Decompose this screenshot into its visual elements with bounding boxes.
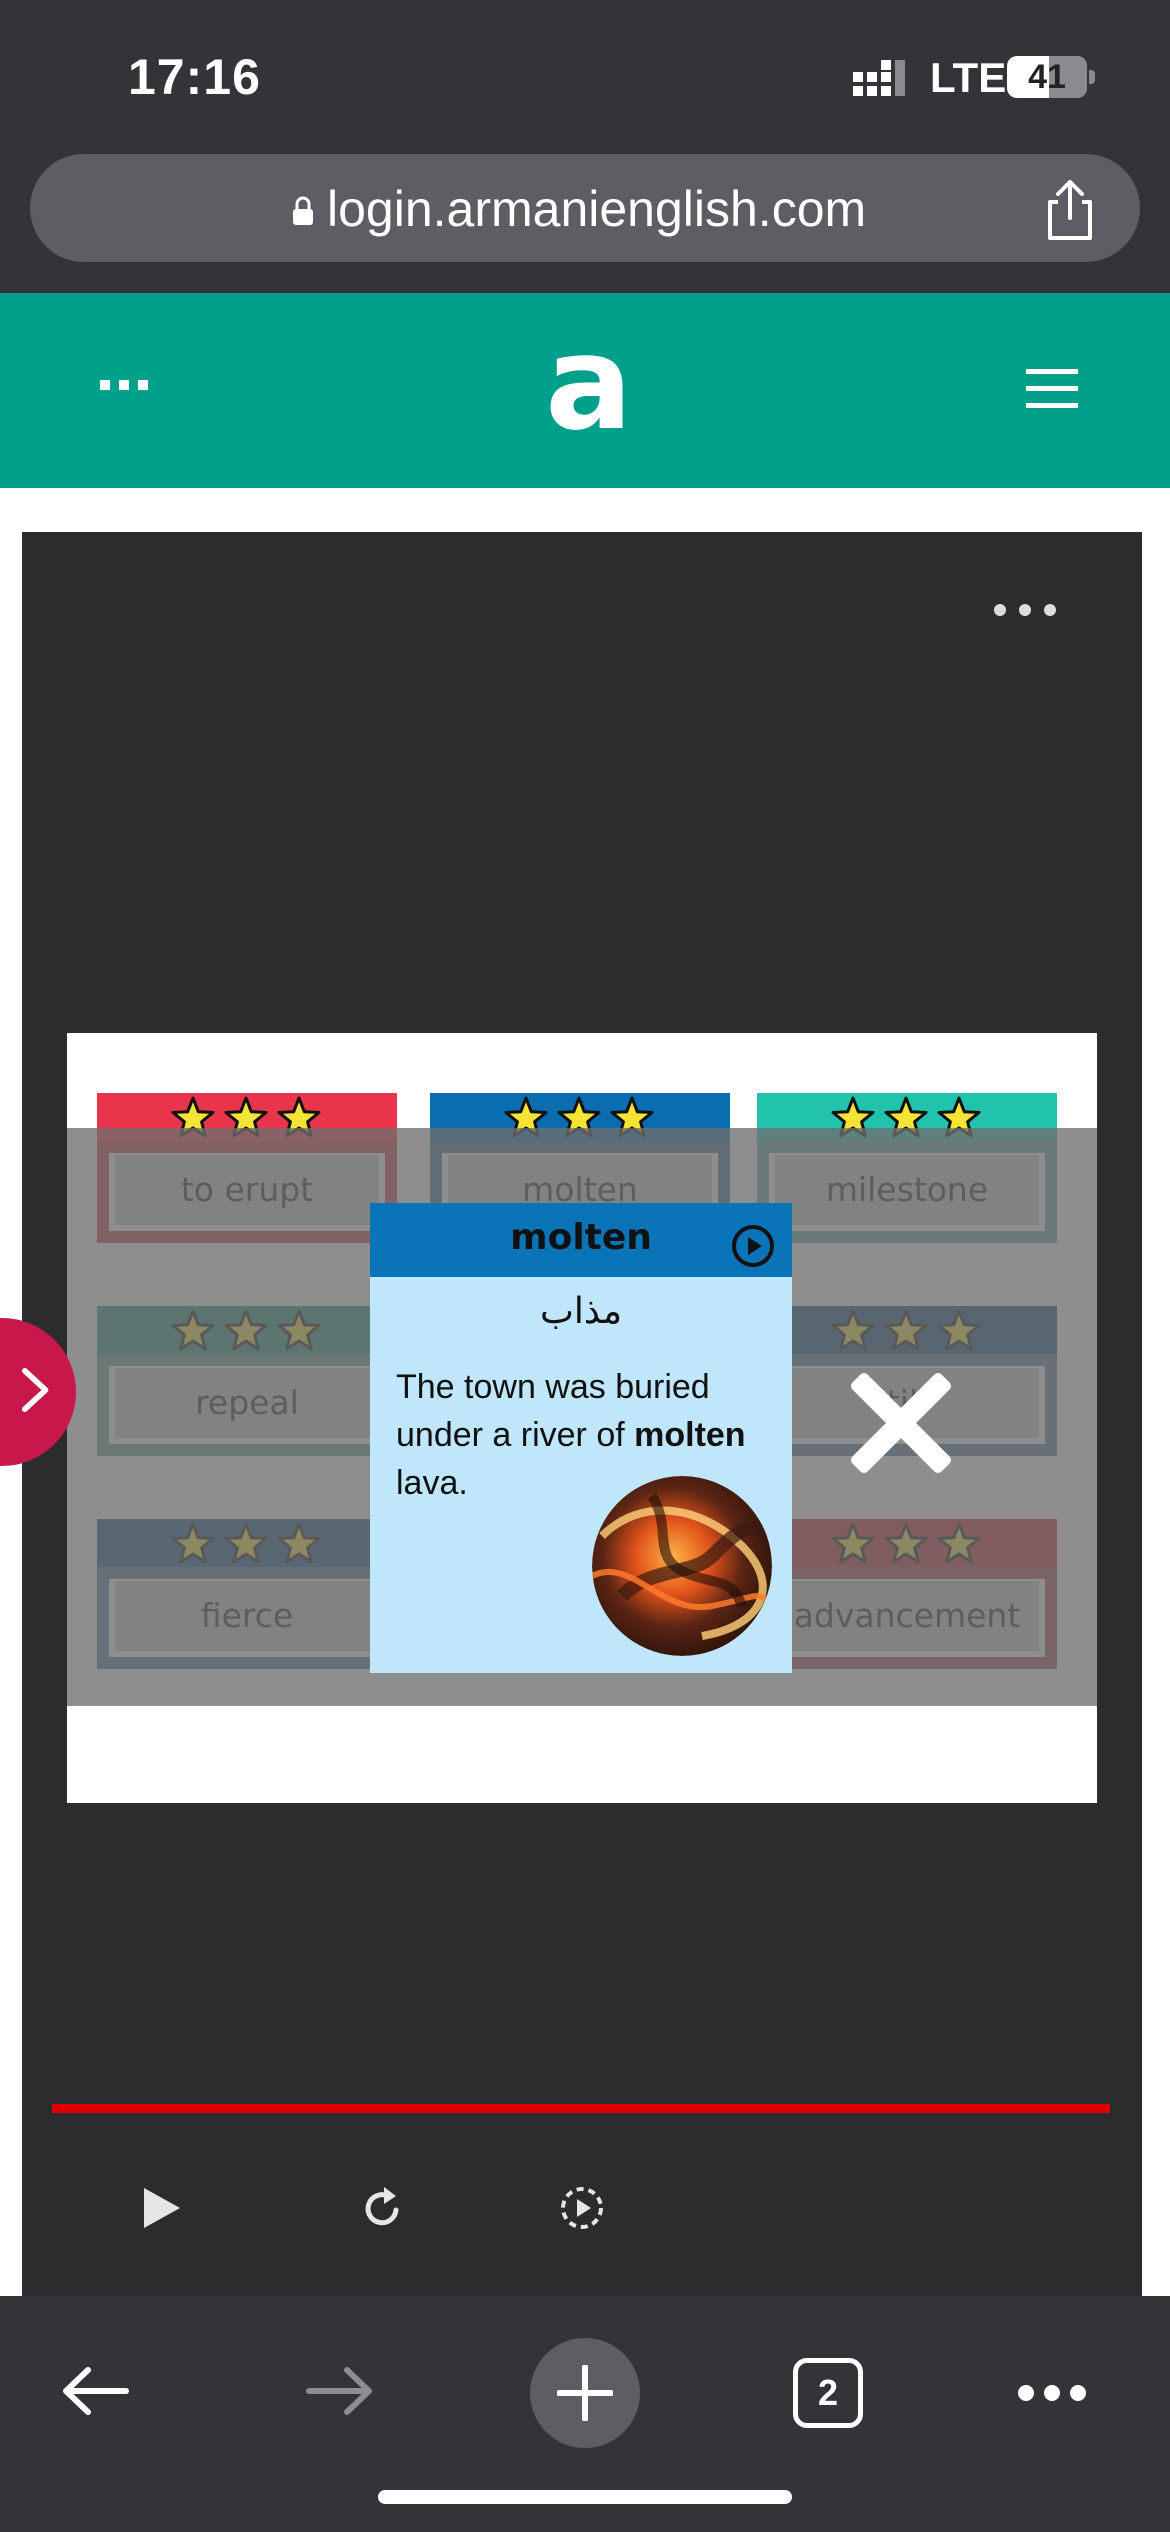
status-bar: 17:16 LTE 41	[0, 0, 1170, 145]
plus-icon	[557, 2365, 613, 2421]
more-options-icon[interactable]	[100, 378, 148, 392]
player-more-icon[interactable]	[990, 600, 1060, 620]
site-logo[interactable]: a	[545, 308, 633, 458]
battery-level: 41	[1028, 58, 1066, 96]
popup-header: molten	[370, 1203, 792, 1277]
hamburger-menu-icon[interactable]	[1026, 369, 1078, 409]
lava-image	[592, 1476, 772, 1656]
close-icon[interactable]	[846, 1368, 956, 1478]
lock-icon	[293, 196, 313, 225]
more-menu-icon[interactable]	[1017, 2383, 1087, 2403]
audio-play-icon[interactable]	[730, 1223, 776, 1269]
home-indicator	[378, 2490, 792, 2504]
site-header: a	[0, 293, 1170, 488]
replay-icon[interactable]	[360, 2184, 406, 2232]
network-label: LTE	[930, 54, 1007, 101]
progress-bar[interactable]	[52, 2104, 1110, 2113]
status-time: 17:16	[128, 49, 261, 105]
forward-arrow-icon[interactable]	[305, 2366, 375, 2416]
url-text: login.armanienglish.com	[327, 181, 867, 237]
browser-address-area: login.armanienglish.com	[0, 145, 1170, 293]
signal-icon	[853, 60, 905, 96]
back-arrow-icon[interactable]	[60, 2366, 130, 2416]
chevron-right-icon	[22, 1368, 49, 1412]
battery-icon: 41	[1007, 56, 1087, 98]
popup-word: molten	[510, 1217, 652, 1258]
play-icon[interactable]	[140, 2184, 184, 2232]
tabs-button[interactable]: 2	[793, 2358, 863, 2428]
new-tab-button[interactable]	[530, 2338, 640, 2448]
address-bar[interactable]: login.armanienglish.com	[30, 154, 1140, 262]
autoplay-icon[interactable]	[558, 2184, 606, 2232]
tab-count: 2	[817, 2372, 839, 2413]
share-icon[interactable]	[1040, 178, 1100, 242]
word-popup: molten مذاب The town was buried under a …	[370, 1203, 792, 1673]
popup-translation: مذاب	[539, 1291, 623, 1332]
